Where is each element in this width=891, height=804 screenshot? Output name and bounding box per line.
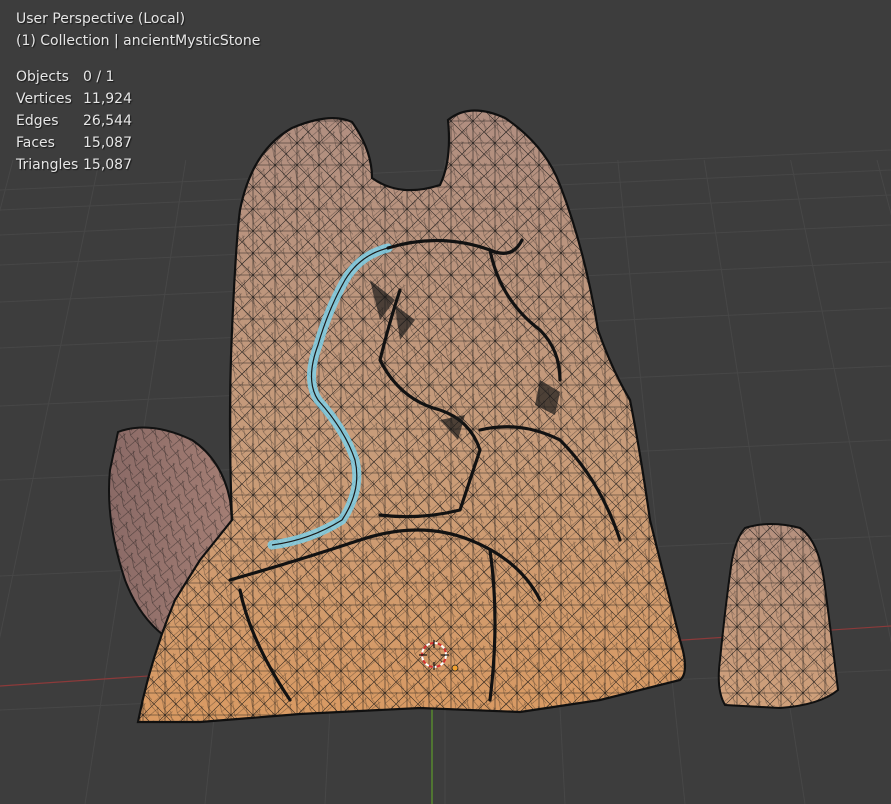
3d-viewport[interactable]: User Perspective (Local) (1) Collection … xyxy=(0,0,891,804)
stat-label: Triangles xyxy=(16,157,79,173)
stat-label: Faces xyxy=(16,135,55,151)
stat-value: 15,087 xyxy=(83,157,132,173)
stat-row-objects: Objects 0 / 1 xyxy=(16,66,260,88)
rock-small-right[interactable] xyxy=(717,523,840,710)
stat-value: 26,544 xyxy=(83,113,132,129)
stat-label: Objects xyxy=(16,69,69,85)
stat-row-vertices: Vertices 11,924 xyxy=(16,88,260,110)
stat-value: 11,924 xyxy=(83,91,132,107)
stat-row-faces: Faces 15,087 xyxy=(16,132,260,154)
object-origin-icon xyxy=(451,664,459,672)
stat-label: Edges xyxy=(16,113,59,129)
stat-row-triangles: Triangles 15,087 xyxy=(16,154,260,176)
viewport-text-overlay: User Perspective (Local) (1) Collection … xyxy=(16,8,260,176)
stat-value: 15,087 xyxy=(83,135,132,151)
view-name-label: User Perspective (Local) xyxy=(16,11,186,27)
main-rock-mesh[interactable] xyxy=(136,109,687,724)
grid-line xyxy=(0,159,14,212)
scene-statistics: Objects 0 / 1 Vertices 11,924 Edges 26,5… xyxy=(16,66,260,176)
stat-label: Vertices xyxy=(16,91,72,107)
stat-row-edges: Edges 26,544 xyxy=(16,110,260,132)
collection-object-label: (1) Collection | ancientMysticStone xyxy=(16,33,261,49)
grid-line xyxy=(876,159,891,216)
grid-line xyxy=(790,159,891,644)
stat-value: 0 / 1 xyxy=(83,69,115,85)
